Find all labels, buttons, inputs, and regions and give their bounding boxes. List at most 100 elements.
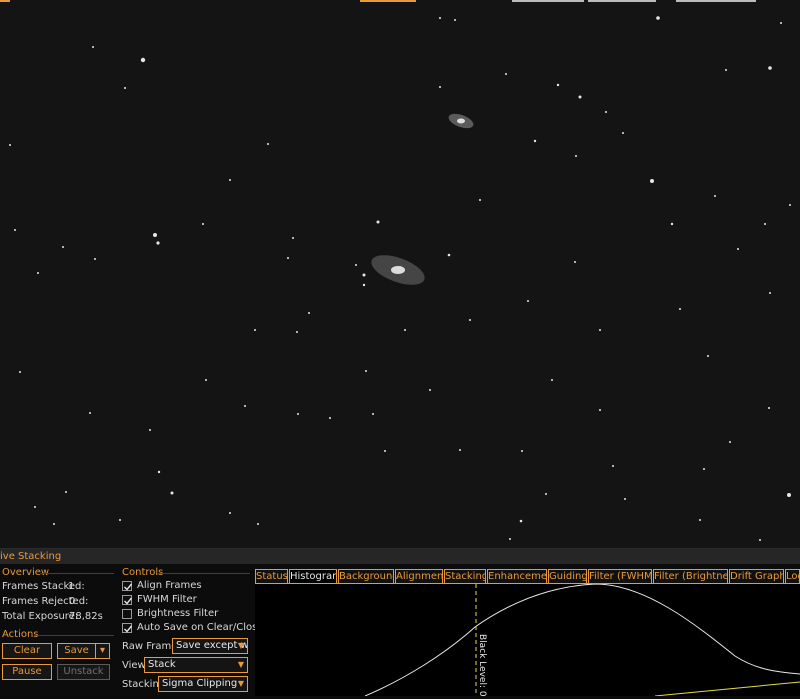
star (679, 308, 681, 310)
chevron-down-icon: ▼ (237, 660, 244, 669)
tab-filter-brightness[interactable]: Filter (Brightness) (653, 569, 728, 583)
tab-histogram[interactable]: Histogram (289, 569, 337, 583)
top-toolbar-edge (0, 0, 800, 3)
group-divider (40, 573, 114, 574)
star (19, 371, 21, 373)
star (202, 223, 204, 225)
live-stacking-panel: ive Stacking Overview Frames Stacked: 1 … (0, 548, 800, 699)
tab-drift-graph[interactable]: Drift Graph (729, 569, 784, 583)
star (384, 450, 386, 452)
star (355, 264, 357, 266)
star (62, 246, 64, 248)
star (429, 389, 431, 391)
total-exposure-label: Total Exposure: (2, 611, 79, 622)
star (521, 450, 523, 452)
star (140, 57, 146, 63)
group-divider (158, 573, 250, 574)
star (575, 155, 577, 157)
pause-button[interactable]: Pause (2, 664, 52, 680)
star (556, 83, 560, 87)
star (308, 312, 310, 314)
star (578, 95, 582, 99)
clear-button[interactable]: Clear (2, 643, 52, 659)
toolbar-segment (0, 0, 10, 2)
star (780, 22, 782, 24)
star (789, 204, 791, 206)
tab-filter-fwhm[interactable]: Filter (FWHM) (588, 569, 652, 583)
star (34, 506, 36, 508)
star (650, 179, 654, 183)
star (439, 17, 441, 19)
star (287, 257, 289, 259)
star-field (9, 16, 791, 541)
star (119, 519, 121, 521)
stacked-image-view[interactable] (0, 0, 800, 548)
tab-guiding[interactable]: Guiding (548, 569, 587, 583)
save-button[interactable]: Save (57, 643, 95, 659)
star (447, 253, 451, 257)
unstack-button[interactable]: Unstack (57, 664, 110, 680)
tab-background[interactable]: Background (338, 569, 394, 583)
star (205, 379, 207, 381)
histogram-view[interactable]: Black Level: 00... (255, 583, 800, 699)
star (53, 523, 55, 525)
checkmark-icon (124, 583, 133, 591)
star (124, 87, 126, 89)
star (612, 465, 614, 467)
tab-enhancement[interactable]: Enhancement (487, 569, 547, 583)
auto-save-checkbox[interactable] (122, 623, 133, 633)
star (759, 539, 761, 541)
fwhm-filter-checkbox[interactable] (122, 595, 133, 605)
align-frames-checkbox[interactable] (122, 581, 133, 591)
star (533, 139, 537, 143)
raw-frames-select[interactable]: Save except w ▼ (172, 638, 248, 654)
star (656, 16, 660, 20)
view-select[interactable]: Stack ▼ (144, 657, 248, 673)
panel-title: ive Stacking (0, 549, 800, 564)
star (404, 329, 406, 331)
star (149, 429, 151, 431)
star (257, 523, 259, 525)
tab-stacking[interactable]: Stacking (444, 569, 486, 583)
star (509, 538, 511, 540)
brightness-filter-checkbox[interactable] (122, 609, 132, 619)
star (703, 468, 705, 470)
galaxy-core (457, 118, 465, 124)
star (329, 417, 331, 419)
star (768, 66, 772, 70)
star (254, 329, 256, 331)
star (605, 111, 607, 113)
star (156, 241, 160, 245)
star (65, 491, 67, 493)
star (37, 272, 39, 274)
tab-log[interactable]: Log (785, 569, 800, 583)
chevron-down-icon: ▼ (237, 679, 244, 688)
star (699, 519, 701, 521)
group-divider (34, 635, 114, 636)
brightness-filter-label: Brightness Filter (137, 608, 219, 619)
save-dropdown-button[interactable]: ▾ (95, 643, 110, 659)
star (157, 470, 161, 474)
star (545, 493, 547, 495)
star (454, 19, 456, 21)
histogram-curve (364, 583, 800, 697)
view-label: View (122, 660, 146, 671)
tab-alignment[interactable]: Alignment (395, 569, 443, 583)
star (376, 220, 380, 224)
star (787, 493, 791, 497)
chevron-down-icon: ▼ (237, 641, 244, 650)
view-value: Stack (148, 659, 176, 670)
stacking-value: Sigma Clipping (162, 678, 238, 689)
frames-rejected-value: 0 (69, 596, 76, 607)
checkmark-icon (124, 625, 133, 633)
star (505, 73, 507, 75)
star (729, 441, 731, 443)
tab-bar: Status Histogram Background Alignment St… (255, 569, 800, 584)
star (707, 355, 709, 357)
star (737, 248, 739, 250)
tab-status[interactable]: Status (255, 569, 288, 583)
star (551, 379, 553, 381)
stacking-select[interactable]: Sigma Clipping ▼ (158, 676, 248, 692)
star (372, 413, 374, 415)
frames-rejected-label: Frames Rejected: (2, 596, 89, 607)
